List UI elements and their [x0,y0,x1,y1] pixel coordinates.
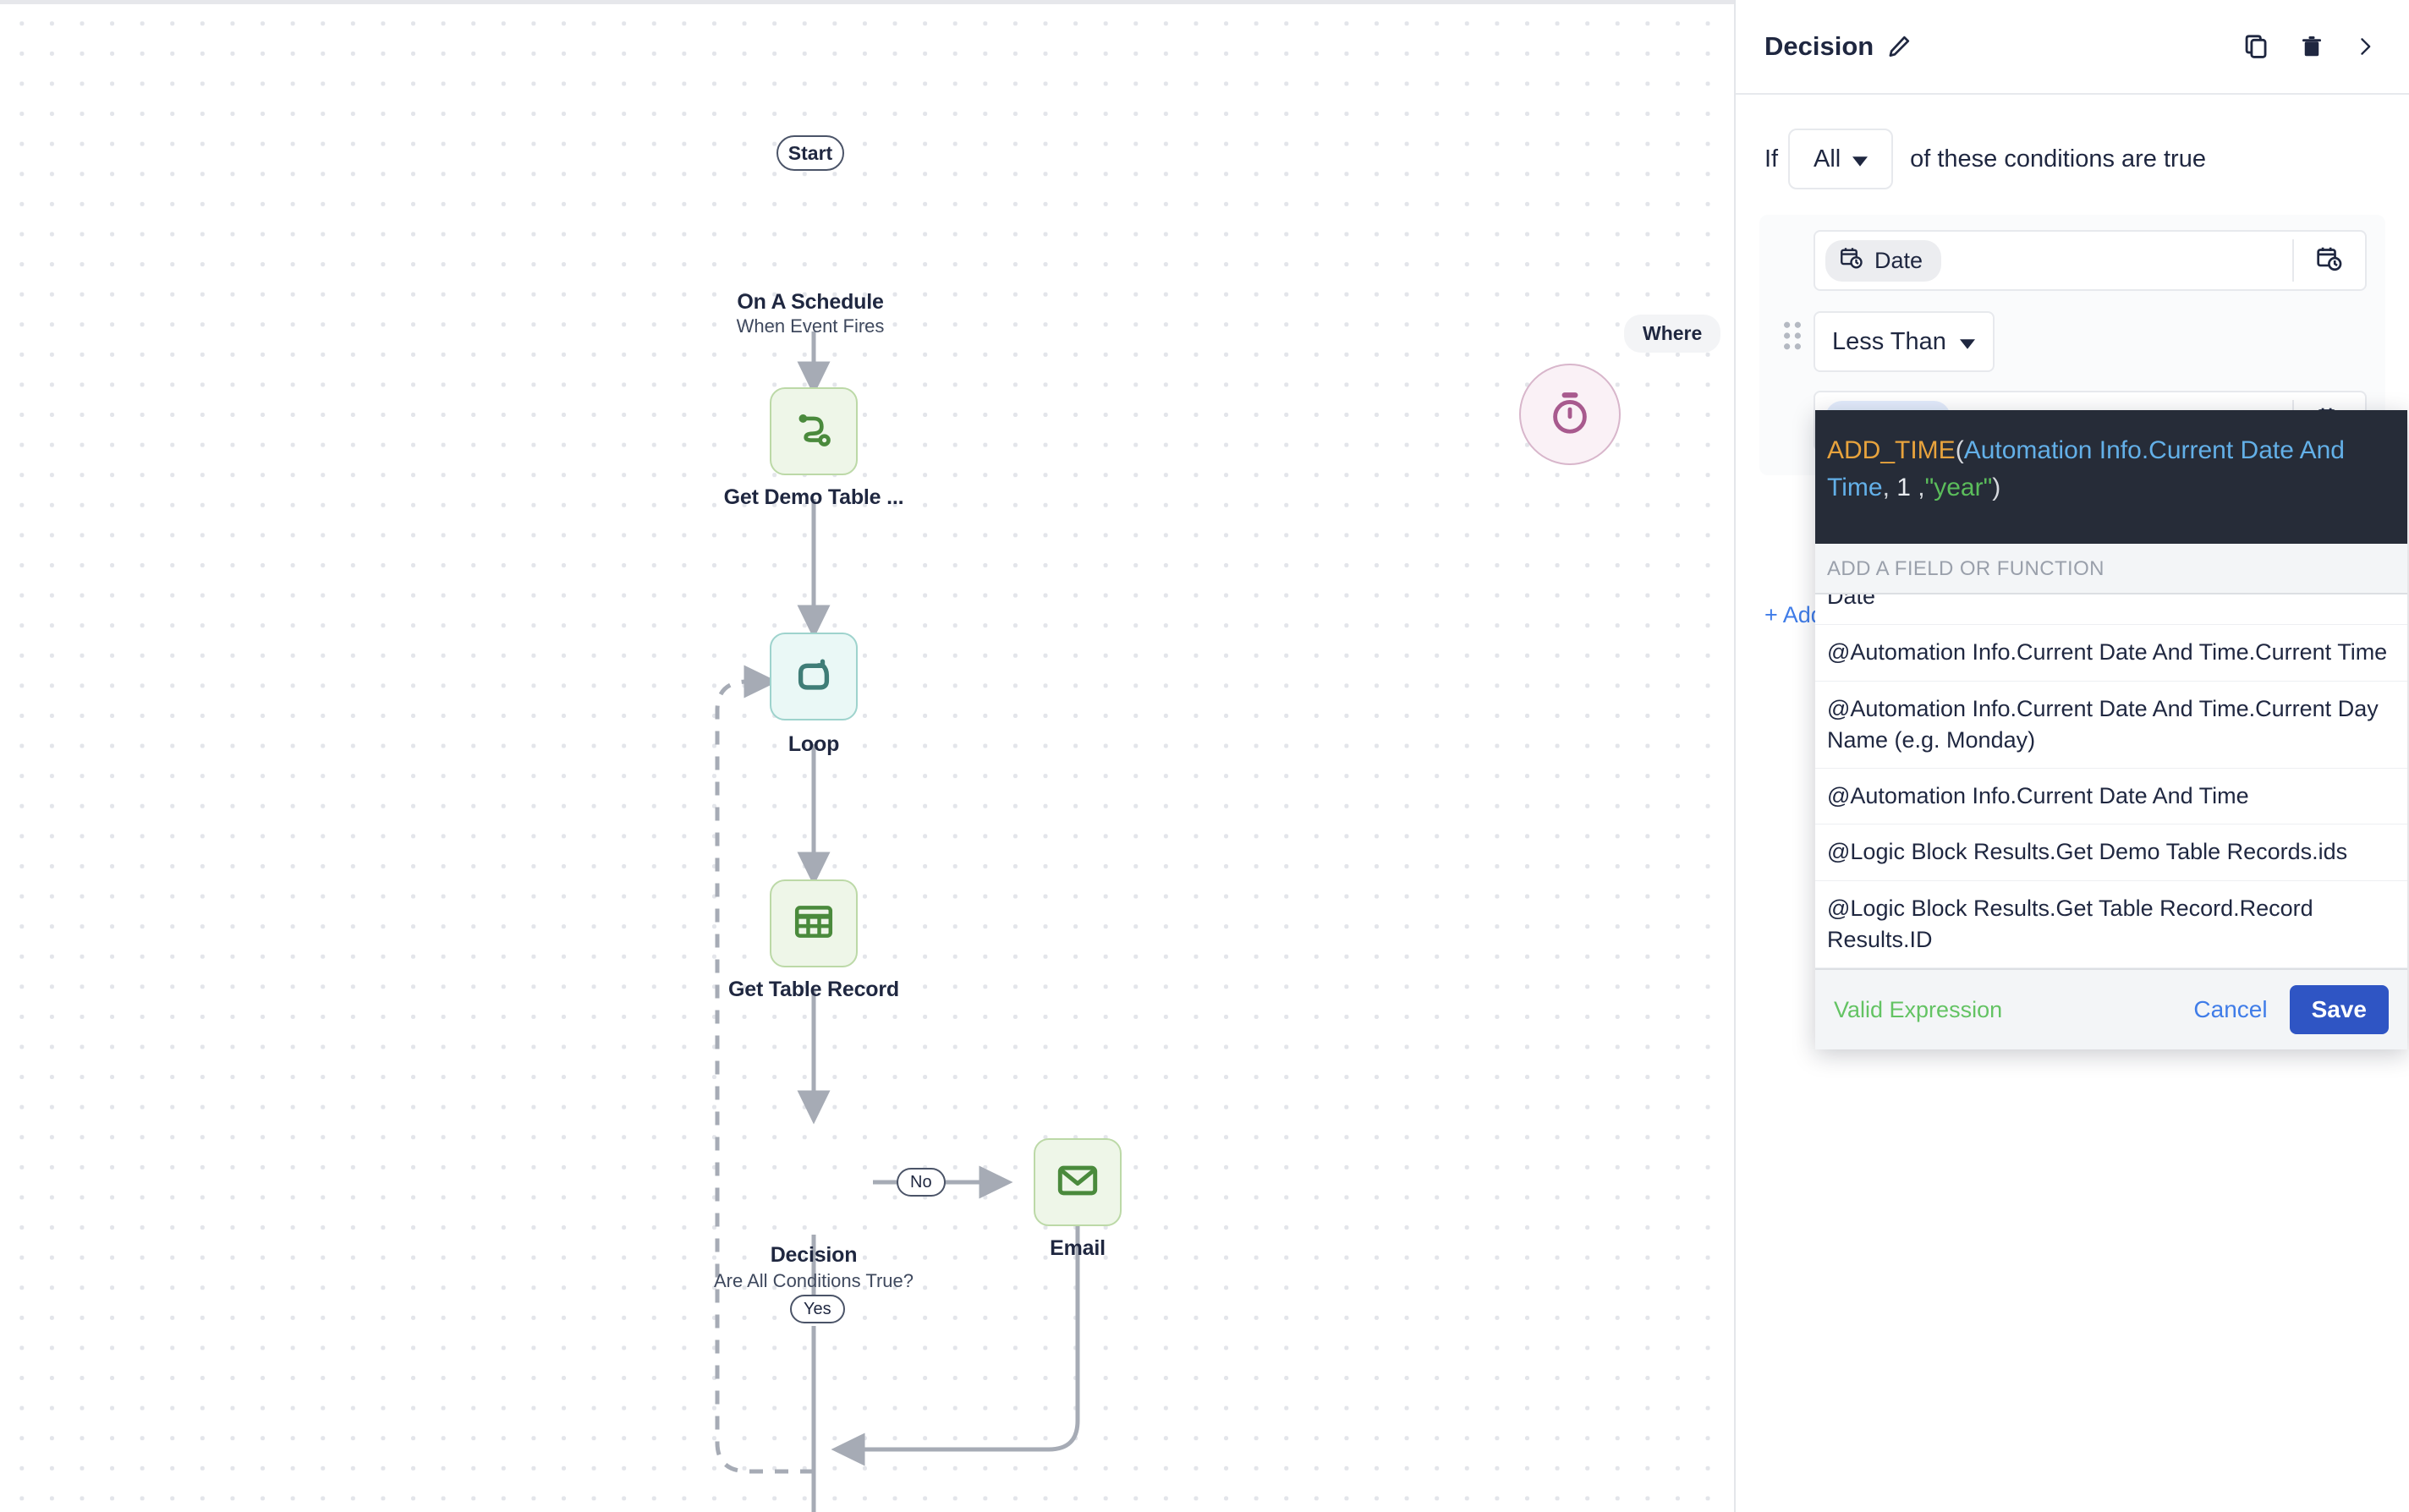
cancel-button[interactable]: Cancel [2193,996,2267,1023]
node-box-get-table-record[interactable] [770,879,858,967]
popup-footer: Valid Expression Cancel Save [1815,968,2407,1049]
copy-icon[interactable] [2242,32,2270,61]
formula-token-punc: , [1882,473,1897,501]
suggestion-item[interactable]: @Logic Block Results.Get Table Record.Re… [1815,881,2407,968]
conditions-tail-label: of these conditions are true [1910,145,2206,173]
node-sublabel-decision: Are All Conditions True? [713,1270,914,1291]
suggestion-item[interactable]: @Automation Info.Current Date And Time [1815,769,2407,825]
node-label-on-a-schedule: On A Schedule [737,290,884,314]
formula-token-punc: ) [1992,473,2001,501]
field-token-label: Date [1874,247,1923,273]
pencil-icon[interactable] [1885,33,1912,60]
chevron-down-icon [1959,328,1975,356]
node-label-get-demo-table: Get Demo Table ... [723,485,904,509]
where-chip: Where [1624,315,1721,353]
field-date-picker-button[interactable] [2294,244,2365,277]
page-title: Decision [1764,31,1874,61]
node-sublabel-on-a-schedule: When Event Fires [736,315,885,337]
operator-select[interactable]: Less Than [1814,311,1995,372]
suggestion-item[interactable]: @Automation Info.Current Date And Time.C… [1815,625,2407,682]
calendar-clock-icon [2315,244,2344,277]
node-box-get-demo-table[interactable] [770,387,858,475]
condition-field-input[interactable]: Date [1814,230,2367,291]
calendar-clock-icon [1839,245,1864,277]
records-flow-icon [790,406,837,457]
chevron-right-icon[interactable] [2353,33,2377,60]
suggestions-header: ADD A FIELD OR FUNCTION [1815,544,2407,594]
stopwatch-icon [1545,388,1594,441]
suggestions-list[interactable]: Date @Automation Info.Current Date And Ti… [1815,594,2407,968]
envelope-icon [1055,1158,1100,1208]
trash-icon[interactable] [2299,32,2324,61]
node-label-get-table-record: Get Table Record [728,978,899,1001]
canvas-top-edge [0,0,1735,4]
suggestion-item[interactable]: @Logic Block Results.Get Demo Table Reco… [1815,824,2407,881]
field-token[interactable]: Date [1825,239,1942,282]
formula-token-punc: , [1910,473,1925,501]
table-icon [791,899,837,949]
formula-token-punc: ( [1955,436,1964,464]
match-type-select[interactable]: All [1788,129,1894,189]
automation-builder-screen: Start On A Schedule When Event Fires Get… [0,0,2409,1512]
loop-icon [790,651,837,703]
start-pill: Start [776,135,844,171]
status-badge: Valid Expression [1834,996,2003,1022]
edge-label-no: No [897,1168,946,1197]
match-type-value: All [1814,145,1841,173]
formula-expression-editor[interactable]: ADD_TIME(Automation Info.Current Date An… [1815,410,2407,544]
trigger-circle[interactable] [1519,364,1621,465]
node-box-email[interactable] [1034,1138,1122,1226]
save-button[interactable]: Save [2289,985,2389,1034]
formula-token-str: "year" [1924,473,1993,501]
node-label-decision: Decision [770,1243,858,1267]
formula-token-fn: ADD_TIME [1827,436,1956,464]
node-label-loop: Loop [787,732,840,756]
edge-label-yes: Yes [790,1295,845,1323]
suggestion-item[interactable]: Date [1815,594,2407,626]
flow-canvas[interactable]: Start On A Schedule When Event Fires Get… [0,0,1735,1512]
operator-value: Less Than [1832,327,1946,355]
node-label-email: Email [1050,1236,1106,1260]
suggestion-item[interactable]: @Automation Info.Current Date And Time.C… [1815,682,2407,769]
chevron-down-icon [1852,145,1868,173]
if-row: If All of these conditions are true [1736,129,2409,189]
formula-editor-popup: ADD_TIME(Automation Info.Current Date An… [1815,410,2407,1049]
panel-header: Decision [1736,0,2409,95]
drag-dots-icon[interactable] [1778,230,1807,350]
if-label: If [1764,145,1779,173]
node-box-loop[interactable] [770,633,858,720]
formula-token-num: 1 [1896,473,1911,501]
